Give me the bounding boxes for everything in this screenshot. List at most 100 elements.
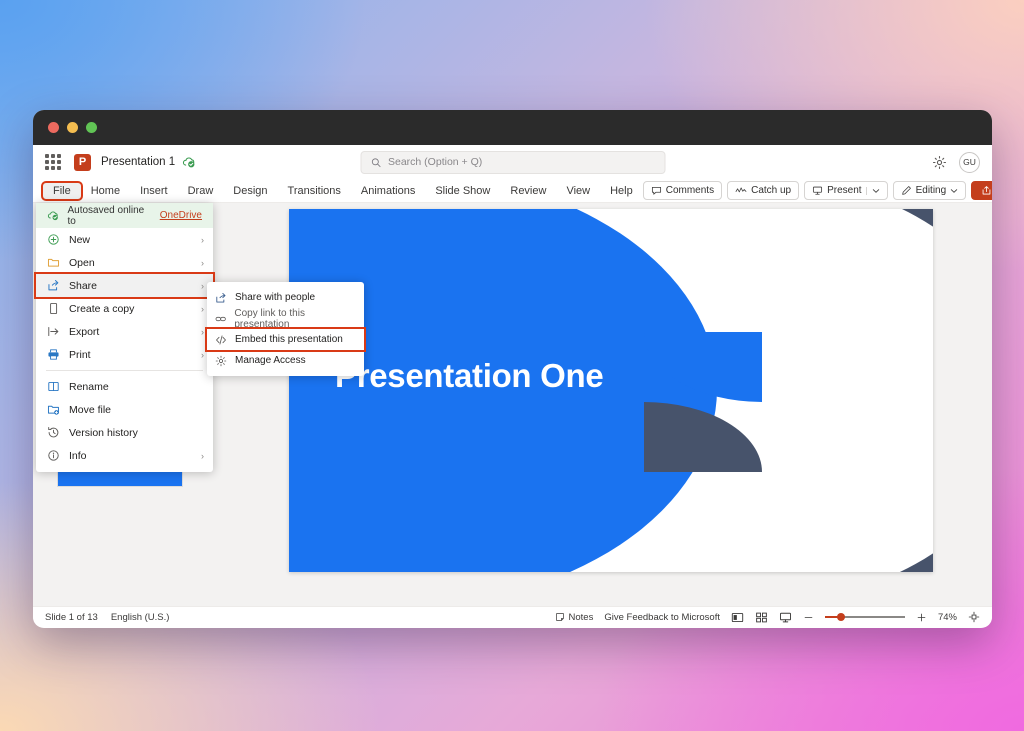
window-titlebar xyxy=(33,110,992,145)
zoom-level[interactable]: 74% xyxy=(938,612,957,623)
share-submenu[interactable]: Share with people Copy link to this pres… xyxy=(207,282,364,376)
editing-label: Editing xyxy=(916,185,947,196)
info-icon xyxy=(47,449,60,462)
tab-view[interactable]: View xyxy=(556,183,600,199)
gear-icon[interactable] xyxy=(932,155,947,170)
chevron-right-icon: › xyxy=(201,258,204,268)
tab-insert[interactable]: Insert xyxy=(130,183,178,199)
submenu-item-copy-link[interactable]: Copy link to this presentation xyxy=(207,308,364,329)
feedback-button[interactable]: Give Feedback to Microsoft xyxy=(604,612,720,623)
catch-up-button[interactable]: Catch up xyxy=(727,181,799,200)
app-launcher-icon[interactable] xyxy=(45,154,61,170)
menu-item-info[interactable]: Info › xyxy=(36,444,213,467)
share-button[interactable]: Share xyxy=(971,181,992,200)
avatar[interactable]: GU xyxy=(959,152,980,173)
editing-button[interactable]: Editing xyxy=(893,181,967,200)
app-header: P Presentation 1 Search (Option + Q) xyxy=(33,145,992,179)
tab-home[interactable]: Home xyxy=(81,183,130,199)
menu-item-print[interactable]: Print › xyxy=(36,343,213,366)
folder-icon xyxy=(47,256,60,269)
menu-item-share[interactable]: Share › xyxy=(36,274,213,297)
slide-canvas-area: Presentation One xyxy=(230,203,992,606)
menu-separator xyxy=(46,370,203,371)
share-icon xyxy=(215,292,227,304)
menu-item-label: Info xyxy=(69,450,87,462)
menu-item-label: Create a copy xyxy=(69,303,134,315)
file-menu[interactable]: Autosaved online to OneDrive New › Open xyxy=(36,203,213,472)
chevron-right-icon: › xyxy=(201,304,204,314)
menu-item-label: New xyxy=(69,234,90,246)
submenu-item-label: Embed this presentation xyxy=(235,334,343,345)
tab-draw[interactable]: Draw xyxy=(178,183,224,199)
present-button[interactable]: Present xyxy=(804,181,887,200)
ribbon-actions: Comments Catch up Present xyxy=(643,181,992,200)
onedrive-link[interactable]: OneDrive xyxy=(160,210,202,221)
plus-circle-icon xyxy=(47,233,60,246)
catch-up-label: Catch up xyxy=(751,185,791,196)
menu-item-label: Rename xyxy=(69,381,109,393)
zoom-slider-handle[interactable] xyxy=(837,613,845,621)
autosave-label: Autosaved online to xyxy=(67,205,151,227)
ribbon-tab-bar: File Home Insert Draw Design Transitions… xyxy=(33,179,992,203)
copy-icon xyxy=(47,302,60,315)
language-indicator[interactable]: English (U.S.) xyxy=(111,612,170,623)
link-icon xyxy=(215,313,226,325)
catch-up-icon xyxy=(735,185,747,196)
menu-item-label: Move file xyxy=(69,404,111,416)
normal-view-icon[interactable] xyxy=(731,611,744,624)
menu-item-new[interactable]: New › xyxy=(36,228,213,251)
editor-body: 4 Overcoming nervousness Confidence-buil… xyxy=(33,203,992,606)
zoom-in-icon[interactable] xyxy=(916,612,927,623)
submenu-item-manage-access[interactable]: Manage Access xyxy=(207,350,364,371)
close-window-button[interactable] xyxy=(48,122,59,133)
menu-item-move-file[interactable]: Move file xyxy=(36,398,213,421)
menu-item-version-history[interactable]: Version history xyxy=(36,421,213,444)
tab-transitions[interactable]: Transitions xyxy=(278,183,351,199)
present-screen-icon xyxy=(812,185,823,196)
search-input[interactable]: Search (Option + Q) xyxy=(360,151,665,174)
tab-review[interactable]: Review xyxy=(500,183,556,199)
menu-item-label: Version history xyxy=(69,427,138,439)
comment-icon xyxy=(651,185,662,196)
zoom-out-icon[interactable] xyxy=(803,612,814,623)
submenu-item-share-with-people[interactable]: Share with people xyxy=(207,287,364,308)
menu-item-label: Share xyxy=(69,280,97,292)
chevron-down-icon xyxy=(950,187,958,195)
document-title[interactable]: Presentation 1 xyxy=(101,156,175,168)
zoom-slider[interactable] xyxy=(825,616,905,618)
tab-animations[interactable]: Animations xyxy=(351,183,425,199)
notes-button[interactable]: Notes xyxy=(555,612,594,623)
reading-view-icon[interactable] xyxy=(779,611,792,624)
menu-item-label: Open xyxy=(69,257,95,269)
chevron-right-icon: › xyxy=(201,281,204,291)
chevron-right-icon: › xyxy=(201,451,204,461)
slide-sorter-icon[interactable] xyxy=(755,611,768,624)
slide-canvas[interactable]: Presentation One xyxy=(289,209,933,572)
submenu-item-label: Copy link to this presentation xyxy=(234,308,356,330)
code-icon xyxy=(215,334,227,346)
slide-title[interactable]: Presentation One xyxy=(335,357,603,395)
chevron-right-icon: › xyxy=(201,327,204,337)
tab-file[interactable]: File xyxy=(43,183,81,199)
menu-item-label: Print xyxy=(69,349,91,361)
comments-button[interactable]: Comments xyxy=(643,181,722,200)
menu-item-create-a-copy[interactable]: Create a copy › xyxy=(36,297,213,320)
powerpoint-window: P Presentation 1 Search (Option + Q) xyxy=(33,110,992,628)
fit-slide-icon[interactable] xyxy=(968,611,980,623)
menu-item-open[interactable]: Open › xyxy=(36,251,213,274)
tab-slide-show[interactable]: Slide Show xyxy=(425,183,500,199)
present-dropdown-caret[interactable] xyxy=(866,187,884,195)
search-placeholder: Search (Option + Q) xyxy=(388,156,482,168)
move-file-icon xyxy=(47,403,60,416)
tab-design[interactable]: Design xyxy=(223,183,277,199)
share-icon xyxy=(981,185,992,196)
minimize-window-button[interactable] xyxy=(67,122,78,133)
menu-item-rename[interactable]: Rename xyxy=(36,375,213,398)
submenu-item-embed[interactable]: Embed this presentation xyxy=(207,329,364,350)
menu-item-export[interactable]: Export › xyxy=(36,320,213,343)
chevron-right-icon: › xyxy=(201,350,204,360)
maximize-window-button[interactable] xyxy=(86,122,97,133)
tab-help[interactable]: Help xyxy=(600,183,643,199)
comments-label: Comments xyxy=(666,185,714,196)
slide-counter[interactable]: Slide 1 of 13 xyxy=(45,612,98,623)
